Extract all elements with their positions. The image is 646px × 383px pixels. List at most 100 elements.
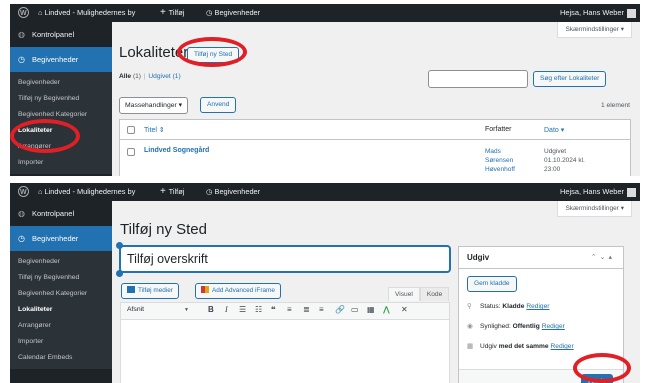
edit-schedule-link[interactable]: Rediger bbox=[551, 343, 574, 350]
align-left-icon[interactable]: ≡ bbox=[287, 305, 292, 314]
add-media-button[interactable]: Tilføj medier bbox=[121, 283, 179, 299]
page-title: Tilføj ny Sted bbox=[120, 221, 207, 238]
tab-visual[interactable]: Visuel bbox=[388, 287, 420, 301]
admin-sidebar: ◍ Kontrolpanel ◷ Begivenheder Begivenheder… bbox=[10, 22, 112, 176]
bullet-list-icon[interactable]: ☰ bbox=[239, 305, 246, 314]
link-icon[interactable]: 🔗 bbox=[335, 305, 345, 314]
new-content-link[interactable]: + Tilføj bbox=[160, 183, 184, 201]
filter-all[interactable]: Alle (1) bbox=[119, 73, 141, 80]
box-controls-icon[interactable]: ⌃⌄▴ bbox=[591, 247, 615, 269]
submenu-item-events[interactable]: Begivenheder bbox=[10, 254, 112, 270]
sidebar-item-dashboard[interactable]: ◍ Kontrolpanel bbox=[10, 22, 112, 47]
submenu-item-add-event[interactable]: Tilføj ny Begivenhed bbox=[10, 270, 112, 286]
new-content-link[interactable]: + Tilføj bbox=[160, 4, 184, 22]
account-menu[interactable]: Hejsa, Hans Weber bbox=[560, 4, 636, 22]
sidebar-item-events[interactable]: ◷ Begivenheder bbox=[10, 226, 112, 251]
submenu-item-events[interactable]: Begivenheder bbox=[10, 75, 112, 91]
item-count: 1 element bbox=[601, 102, 630, 109]
calendar-icon: ◷ bbox=[206, 187, 215, 196]
bulk-actions-select[interactable]: Massehandlinger ▾ bbox=[119, 97, 189, 114]
wordpress-logo-icon[interactable] bbox=[18, 183, 29, 202]
align-center-icon[interactable]: ≣ bbox=[303, 305, 310, 314]
sidebar-item-dashboard[interactable]: ◍ Kontrolpanel bbox=[10, 201, 112, 226]
edit-status-link[interactable]: Rediger bbox=[526, 303, 549, 310]
media-icon bbox=[127, 285, 135, 293]
dashboard-icon: ◍ bbox=[18, 30, 25, 39]
submenu-item-event-categories[interactable]: Begivenhed Kategorier bbox=[10, 286, 112, 302]
eye-icon: ◉ bbox=[467, 323, 473, 330]
location-title-link[interactable]: Lindved Sognegård bbox=[144, 147, 209, 154]
calendar-icon: ◷ bbox=[206, 8, 215, 17]
publish-box-header: Udgiv ⌃⌄▴ bbox=[459, 247, 623, 269]
submenu-item-locations[interactable]: Lokaliteter bbox=[10, 123, 112, 139]
align-right-icon[interactable]: ≡ bbox=[319, 305, 324, 314]
text-selection-handle[interactable] bbox=[116, 242, 123, 249]
chevron-down-icon: ▾ bbox=[620, 205, 624, 212]
post-title-input[interactable]: Tilføj overskrift bbox=[120, 246, 450, 272]
submenu-item-add-event[interactable]: Tilføj ny Begivenhed bbox=[10, 91, 112, 107]
main-content: Skærmindstillinger ▾ Lokaliteter Tilføj … bbox=[112, 22, 640, 176]
column-title[interactable]: Titel ⇕ bbox=[144, 126, 165, 134]
editor-content-area[interactable] bbox=[120, 320, 450, 383]
submenu-item-organizers[interactable]: Arrangører bbox=[10, 318, 112, 334]
pin-icon: ⚲ bbox=[467, 303, 472, 310]
fullscreen-icon[interactable]: ✕ bbox=[401, 305, 408, 314]
save-draft-button[interactable]: Gem kladde bbox=[467, 276, 517, 292]
editor-tabs: Visuel Kode bbox=[388, 287, 450, 301]
calendar-icon: ◷ bbox=[18, 234, 25, 243]
locations-table: Titel ⇕ Forfatter Dato ▾ Lindved Sognegå… bbox=[119, 119, 631, 176]
submenu-item-import[interactable]: Importer bbox=[10, 155, 112, 171]
add-iframe-button[interactable]: Add Advanced iFrame bbox=[195, 283, 281, 299]
avatar bbox=[627, 8, 636, 18]
table-row: Lindved Sognegård Mads Sørensen Høvenhoff … bbox=[120, 140, 630, 176]
numbered-list-icon[interactable]: ☷ bbox=[255, 305, 262, 314]
text-selection-handle[interactable] bbox=[116, 270, 123, 277]
submenu-item-organizers[interactable]: Arrangører bbox=[10, 139, 112, 155]
tab-code[interactable]: Kode bbox=[419, 287, 450, 301]
events-admin-link[interactable]: ◷ Begivenheder bbox=[206, 4, 260, 22]
calendar-icon: ▦ bbox=[467, 343, 474, 350]
table-header: Titel ⇕ Forfatter Dato ▾ bbox=[120, 120, 630, 140]
screen-options-button[interactable]: Skærmindstillinger ▾ bbox=[557, 22, 632, 38]
editor-toolbar: Afsnit ▼ B I ☰ ☷ ❝ ≡ ≣ ≡ 🔗 ▭ ▦ ⋀ ✕ bbox=[120, 302, 450, 320]
events-submenu: Begivenheder Tilføj ny Begivenhed Begive… bbox=[10, 251, 112, 369]
publish-button[interactable]: Udgiv bbox=[581, 374, 613, 383]
read-more-icon[interactable]: ▭ bbox=[351, 305, 359, 314]
iframe-icon bbox=[201, 285, 209, 293]
submenu-item-locations[interactable]: Lokaliteter bbox=[10, 302, 112, 318]
events-submenu: Begivenheder Tilføj ny Begivenhed Begive… bbox=[10, 72, 112, 174]
search-input[interactable] bbox=[428, 70, 528, 88]
sidebar-item-events[interactable]: ◷ Begivenheder bbox=[10, 47, 112, 72]
column-date[interactable]: Dato ▾ bbox=[544, 126, 564, 134]
wordpress-logo-icon[interactable] bbox=[18, 4, 29, 23]
submenu-item-event-categories[interactable]: Begivenhed Kategorier bbox=[10, 107, 112, 123]
site-name-link[interactable]: ⌂ Lindved - Mulighedernes by bbox=[38, 4, 135, 22]
publish-box: Udgiv ⌃⌄▴ Gem kladde ⚲ Status: Kladde Redig… bbox=[458, 246, 624, 383]
apply-button[interactable]: Anvend bbox=[200, 97, 237, 113]
toolbar-toggle-icon[interactable]: ▦ bbox=[367, 305, 375, 314]
screen-options-button[interactable]: Skærmindstillinger ▾ bbox=[557, 201, 632, 217]
chevron-down-icon: ▾ bbox=[620, 26, 624, 33]
filter-published[interactable]: Udgivet (1) bbox=[148, 73, 180, 80]
italic-icon[interactable]: I bbox=[225, 305, 228, 314]
plugin-icon[interactable]: ⋀ bbox=[383, 305, 390, 314]
edit-visibility-link[interactable]: Rediger bbox=[542, 323, 565, 330]
blockquote-icon[interactable]: ❝ bbox=[271, 305, 276, 314]
submenu-item-calendar-embeds[interactable]: Calendar Embeds bbox=[10, 350, 112, 366]
events-admin-link[interactable]: ◷ Begivenheder bbox=[206, 183, 260, 201]
select-all-checkbox[interactable] bbox=[127, 126, 135, 134]
format-select[interactable]: Afsnit ▼ bbox=[127, 306, 189, 313]
bold-icon[interactable]: B bbox=[208, 305, 214, 314]
locations-list-screenshot: ⌂ Lindved - Mulighedernes by + Tilføj ◷ … bbox=[10, 4, 640, 176]
search-locations-button[interactable]: Søg efter Lokaliteter bbox=[533, 71, 607, 87]
row-checkbox[interactable] bbox=[127, 148, 135, 156]
add-location-button[interactable]: Tilføj ny Sted bbox=[187, 47, 240, 63]
author-link[interactable]: Mads Sørensen Høvenhoff bbox=[485, 147, 515, 174]
chevron-down-icon: ▼ bbox=[184, 307, 189, 313]
submenu-item-import[interactable]: Importer bbox=[10, 334, 112, 350]
account-menu[interactable]: Hejsa, Hans Weber bbox=[560, 183, 636, 201]
schedule-row: ▦ Udgiv med det samme Rediger bbox=[467, 343, 574, 350]
visibility-row: ◉ Synlighed: Offentlig Rediger bbox=[467, 323, 565, 330]
site-name-link[interactable]: ⌂ Lindved - Mulighedernes by bbox=[38, 183, 135, 201]
date-value: Udgivet 01.10.2024 kl. 23:00 bbox=[544, 148, 585, 173]
